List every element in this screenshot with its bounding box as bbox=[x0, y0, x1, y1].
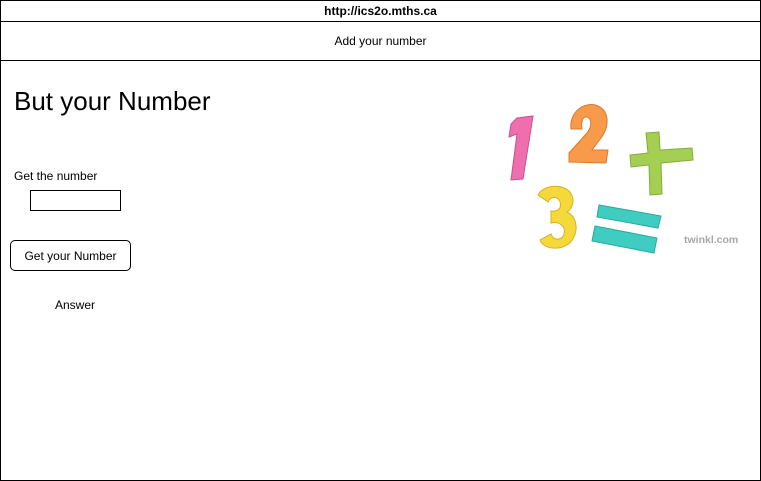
number-input[interactable] bbox=[30, 190, 121, 211]
digit-three-icon bbox=[537, 185, 577, 249]
equals-sign-icon bbox=[591, 204, 662, 254]
answer-text: Answer bbox=[55, 298, 96, 312]
page-title: But your Number bbox=[14, 86, 211, 116]
digit-two-icon bbox=[568, 104, 609, 164]
get-number-button[interactable]: Get your Number bbox=[10, 240, 131, 271]
url-bar[interactable]: http://ics2o.mths.ca bbox=[1, 1, 760, 22]
page-header: Add your number bbox=[1, 22, 760, 61]
twinkl-watermark: twinkl.com bbox=[684, 234, 738, 246]
number-input-label: Get the number bbox=[14, 169, 98, 183]
numbers-math-image: twinkl.com bbox=[508, 104, 738, 254]
plus-sign-icon bbox=[629, 131, 694, 196]
digit-one-icon bbox=[508, 115, 534, 181]
